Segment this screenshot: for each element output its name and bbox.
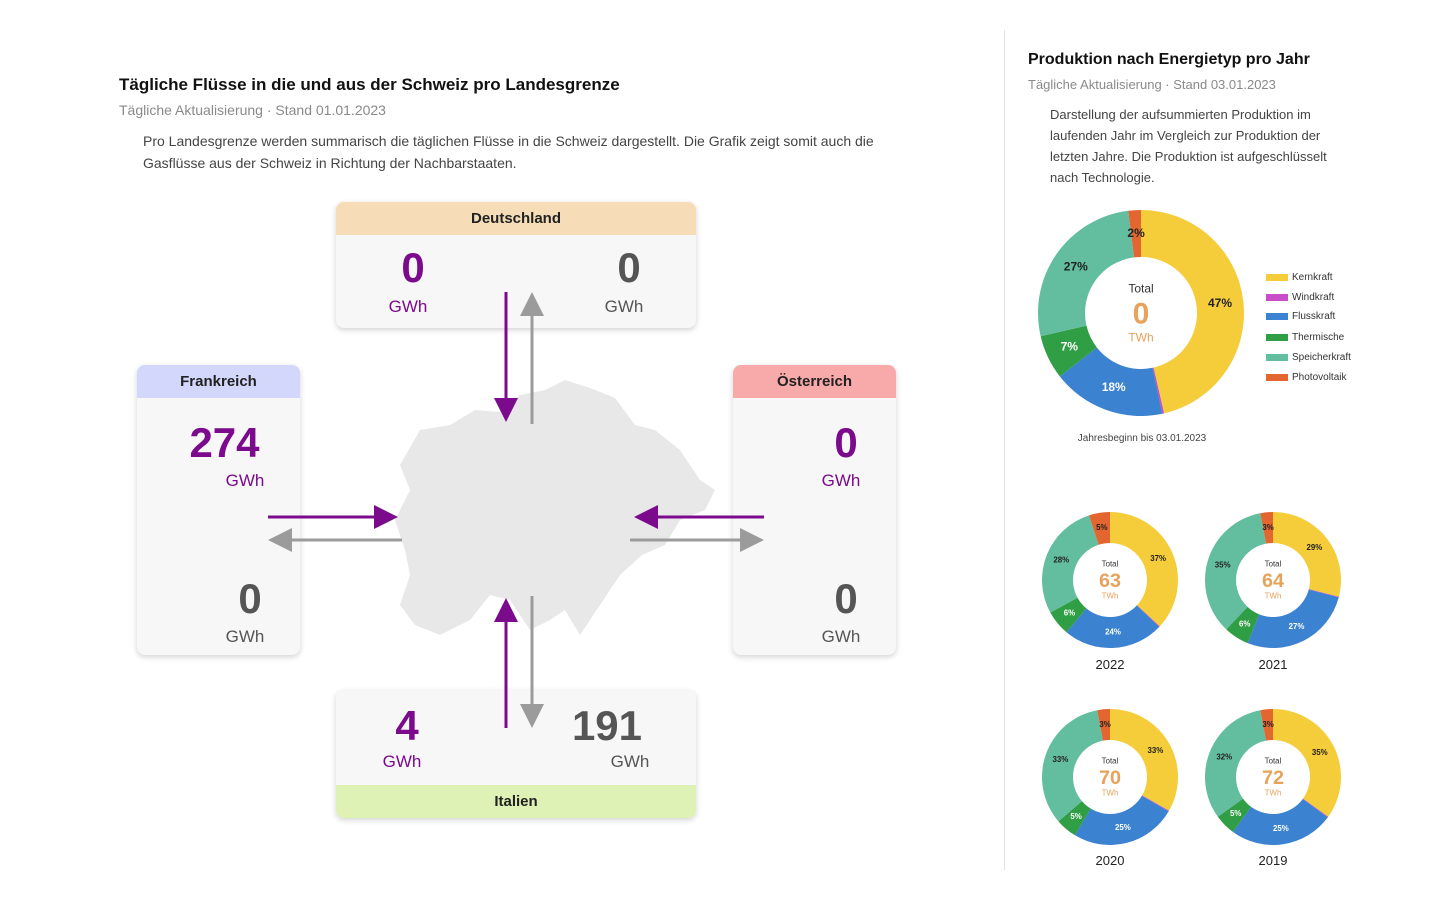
donut-slice-label: 24% bbox=[1105, 628, 1121, 637]
donut-slice-speicherkraft bbox=[1205, 513, 1267, 630]
donut-slice-label: 32% bbox=[1216, 753, 1232, 762]
donut-slice-label: 5% bbox=[1230, 809, 1241, 818]
donut-slice-label: 29% bbox=[1307, 543, 1323, 552]
donut-slice-label: 35% bbox=[1312, 748, 1328, 757]
flow-arrows bbox=[268, 292, 764, 728]
donut-slice-label: 37% bbox=[1150, 554, 1166, 563]
donut-total-unit: TWh bbox=[1265, 789, 1282, 798]
donut-slice-label: 27% bbox=[1289, 622, 1305, 631]
donut-slice-label: 5% bbox=[1070, 812, 1081, 821]
donut-slice-label: 2% bbox=[1127, 226, 1145, 240]
production-description-line: letzten Jahre. Die Produktion ist aufges… bbox=[1050, 149, 1327, 164]
donut-slice-label: 35% bbox=[1215, 560, 1231, 569]
donut-total-value: 63 bbox=[1099, 570, 1121, 592]
donut-2021-caption: 2021 bbox=[1258, 657, 1288, 672]
production-description: Darstellung der aufsummierten Produktion… bbox=[1050, 104, 1360, 188]
donut-slice-label: 3% bbox=[1262, 523, 1273, 532]
production-subtitle: Tägliche Aktualisierung · Stand 03.01.20… bbox=[1028, 77, 1276, 92]
donut-total-word: Total bbox=[1102, 757, 1119, 766]
donut-total-unit: TWh bbox=[1265, 592, 1282, 601]
donut-slice-label: 3% bbox=[1099, 720, 1110, 729]
donut-total-value: 0 bbox=[1133, 298, 1150, 331]
production-description-line: Darstellung der aufsummierten Produktion… bbox=[1050, 107, 1311, 122]
donut-slice-speicherkraft bbox=[1042, 710, 1104, 822]
donut-total-unit: TWh bbox=[1102, 592, 1119, 601]
donut-slice-label: 3% bbox=[1262, 720, 1273, 729]
donut-total-value: 72 bbox=[1262, 767, 1284, 789]
donut-slice-label: 5% bbox=[1096, 523, 1107, 532]
donut-slice-label: 25% bbox=[1273, 824, 1289, 833]
donut-slice-speicherkraft bbox=[1205, 710, 1267, 817]
panel-divider bbox=[1004, 30, 1005, 870]
donut-total-value: 64 bbox=[1262, 570, 1284, 592]
donut-2020-caption: 2020 bbox=[1095, 853, 1125, 868]
donut-slice-flusskraft bbox=[1247, 589, 1339, 648]
donut-2019-caption: 2019 bbox=[1258, 853, 1288, 868]
donut-slice-label: 47% bbox=[1208, 296, 1232, 310]
donut-slice-label: 27% bbox=[1064, 260, 1088, 274]
donut-slice-kernkraft bbox=[1110, 709, 1178, 811]
donut-slice-label: 33% bbox=[1053, 755, 1069, 764]
donut-total-unit: TWh bbox=[1128, 330, 1153, 344]
donut-total-word: Total bbox=[1128, 282, 1153, 296]
donut-total-word: Total bbox=[1265, 560, 1282, 569]
donut-total-value: 70 bbox=[1099, 767, 1121, 789]
donut-current-caption: Jahresbeginn bis 03.01.2023 bbox=[1077, 433, 1207, 444]
donut-slice-label: 7% bbox=[1061, 339, 1079, 353]
donut-total-word: Total bbox=[1265, 757, 1282, 766]
production-description-line: laufenden Jahr im Vergleich zur Produkti… bbox=[1050, 128, 1321, 143]
donut-total-word: Total bbox=[1102, 560, 1119, 569]
donut-slice-label: 33% bbox=[1148, 746, 1164, 755]
donut-slice-label: 25% bbox=[1115, 823, 1131, 832]
donut-slice-speicherkraft bbox=[1042, 515, 1099, 613]
production-donut-charts: 47%0.29%18%7%27%2%Total0TWh37%0.16%24%6%… bbox=[1038, 210, 1341, 846]
donut-slice-label: 28% bbox=[1053, 556, 1069, 565]
donut-total-unit: TWh bbox=[1102, 789, 1119, 798]
donut-slice-label: 6% bbox=[1064, 608, 1075, 617]
production-description-line: nach Technologie. bbox=[1050, 170, 1155, 185]
donut-slice-label: 6% bbox=[1239, 619, 1250, 628]
donut-2022-caption: 2022 bbox=[1095, 657, 1125, 672]
donut-slice-kernkraft bbox=[1273, 709, 1341, 817]
production-title: Produktion nach Energietyp pro Jahr bbox=[1028, 51, 1310, 68]
donut-slice-label: 18% bbox=[1102, 380, 1126, 394]
